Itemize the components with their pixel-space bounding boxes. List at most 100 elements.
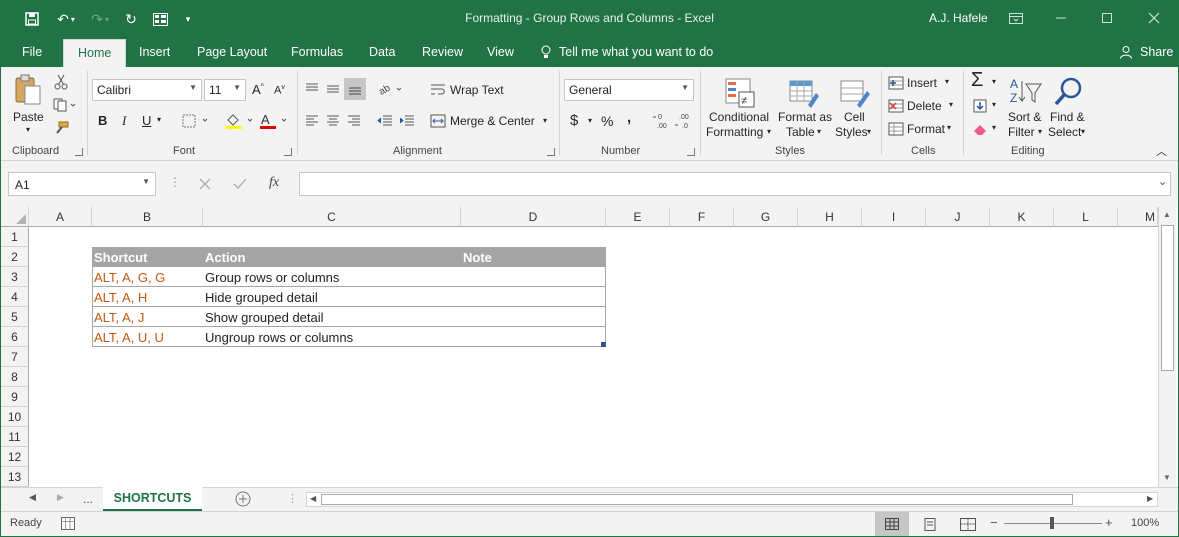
copy-icon[interactable] (51, 96, 79, 114)
borders-icon[interactable] (181, 113, 211, 129)
insert-dropdown-icon[interactable]: ▾ (945, 77, 949, 86)
scroll-up-icon[interactable]: ▲ (1163, 210, 1171, 219)
increase-decimal-icon[interactable]: 0.00 (651, 111, 673, 131)
font-color-icon[interactable]: A (257, 111, 291, 131)
sort-filter-label-2[interactable]: Filter (1008, 125, 1035, 139)
person-icon[interactable] (1119, 45, 1133, 62)
action-cell[interactable]: Group rows or columns (203, 267, 461, 287)
insert-cells-icon[interactable] (887, 75, 905, 91)
row-header-6[interactable]: 6 (1, 327, 29, 347)
table-header-note[interactable]: Note (461, 247, 606, 267)
percent-button[interactable]: % (601, 113, 613, 129)
scroll-sheets-left-icon[interactable]: ◀ (29, 492, 36, 503)
find-select-label[interactable]: Find & (1050, 110, 1085, 124)
row-header-13[interactable]: 13 (1, 467, 29, 487)
conditional-formatting-icon[interactable]: ≠ (722, 75, 758, 111)
font-name-combo[interactable]: Calibri ▼ (92, 79, 202, 101)
shortcut-cell[interactable]: ALT, A, H (92, 287, 203, 307)
grow-font-icon[interactable]: A^ (252, 82, 264, 97)
decrease-decimal-icon[interactable]: .00.0 (673, 111, 695, 131)
align-center-icon[interactable] (323, 111, 343, 131)
row-header-7[interactable]: 7 (1, 347, 29, 367)
column-header-e[interactable]: E (606, 207, 670, 227)
column-header-b[interactable]: B (92, 207, 203, 227)
table-header-action[interactable]: Action (203, 247, 461, 267)
column-header-g[interactable]: G (734, 207, 798, 227)
clear-dropdown-icon[interactable]: ▾ (992, 123, 996, 132)
more-options-icon[interactable]: ⋮ (169, 175, 181, 189)
maximize-icon[interactable] (1095, 7, 1119, 29)
cut-icon[interactable] (51, 73, 71, 91)
number-launcher-icon[interactable] (687, 148, 695, 156)
paste-label[interactable]: Paste (13, 110, 44, 124)
name-box[interactable]: A1 ▼ (8, 172, 156, 196)
merge-center-button[interactable]: Merge & Center (450, 114, 535, 128)
tab-split-icon[interactable]: ⋮ (287, 492, 298, 505)
shortcut-cell[interactable]: ALT, A, U, U (92, 327, 203, 347)
hscroll-right-icon[interactable]: ▶ (1147, 494, 1153, 503)
clear-icon[interactable] (971, 121, 989, 137)
conditional-formatting-label[interactable]: Conditional (709, 110, 769, 124)
close-icon[interactable] (1142, 7, 1166, 29)
column-header-k[interactable]: K (990, 207, 1054, 227)
cell-styles-label[interactable]: Cell (844, 110, 865, 124)
column-header-c[interactable]: C (203, 207, 461, 227)
column-header-j[interactable]: J (926, 207, 990, 227)
worksheet-grid[interactable]: A B C D E F G H I J K L M 1 2 3 4 5 6 7 … (1, 207, 1178, 487)
horizontal-scrollbar[interactable]: ◀ ▶ (306, 492, 1158, 507)
select-all-corner[interactable] (1, 207, 29, 227)
cond-dropdown-icon[interactable]: ▾ (767, 127, 771, 136)
row-header-3[interactable]: 3 (1, 267, 29, 287)
column-header-i[interactable]: I (862, 207, 926, 227)
tab-data[interactable]: Data (369, 45, 395, 59)
merge-dropdown-icon[interactable]: ▾ (543, 116, 547, 125)
zoom-level[interactable]: 100% (1131, 517, 1159, 529)
scroll-down-icon[interactable]: ▼ (1163, 473, 1171, 482)
column-header-d[interactable]: D (461, 207, 606, 227)
wrap-text-button[interactable]: Wrap Text (450, 83, 504, 97)
sort-filter-label[interactable]: Sort & (1008, 110, 1041, 124)
fill-icon[interactable] (971, 98, 989, 114)
currency-button[interactable]: $ (570, 112, 578, 129)
increase-indent-icon[interactable] (397, 111, 417, 131)
decrease-indent-icon[interactable] (375, 111, 395, 131)
delete-cells-icon[interactable] (887, 98, 905, 114)
row-header-1[interactable]: 1 (1, 227, 29, 247)
styles-dropdown-icon[interactable]: ▾ (867, 127, 871, 136)
tab-formulas[interactable]: Formulas (291, 45, 343, 59)
find-select-icon[interactable] (1051, 75, 1085, 109)
underline-dropdown-icon[interactable]: ▾ (157, 115, 161, 124)
more-sheets-button[interactable]: ... (83, 492, 93, 506)
collapse-ribbon-icon[interactable]: ︿ (1156, 143, 1167, 159)
row-header-10[interactable]: 10 (1, 407, 29, 427)
autosum-dropdown-icon[interactable]: ▾ (992, 77, 996, 86)
tell-me-box[interactable]: Tell me what you want to do (559, 45, 713, 59)
insert-button[interactable]: Insert (907, 76, 937, 90)
share-button[interactable]: Share (1140, 45, 1173, 59)
row-header-4[interactable]: 4 (1, 287, 29, 307)
clipboard-launcher-icon[interactable] (75, 148, 83, 156)
tab-page-layout[interactable]: Page Layout (197, 45, 267, 59)
formula-input[interactable] (299, 172, 1171, 196)
format-dropdown-icon[interactable]: ▾ (947, 123, 951, 132)
new-sheet-icon[interactable] (234, 490, 252, 511)
tab-insert[interactable]: Insert (139, 45, 170, 59)
bottom-align-icon[interactable] (344, 78, 366, 100)
sheet-tab-shortcuts[interactable]: SHORTCUTS (103, 487, 202, 511)
bold-button[interactable]: B (98, 113, 107, 128)
find-dropdown-icon[interactable]: ▾ (1081, 127, 1085, 136)
format-cells-icon[interactable] (887, 121, 905, 137)
alignment-launcher-icon[interactable] (547, 148, 555, 156)
user-name[interactable]: A.J. Hafele (929, 11, 988, 25)
cancel-icon[interactable] (195, 175, 215, 193)
table-header-shortcut[interactable]: Shortcut (92, 247, 203, 267)
column-header-a[interactable]: A (29, 207, 92, 227)
format-painter-icon[interactable] (51, 119, 71, 137)
column-header-l[interactable]: L (1054, 207, 1118, 227)
shortcut-cell[interactable]: ALT, A, G, G (92, 267, 203, 287)
tab-home[interactable]: Home (63, 39, 127, 67)
font-launcher-icon[interactable] (284, 148, 292, 156)
format-as-table-label[interactable]: Format as (778, 110, 832, 124)
fill-dropdown-icon[interactable]: ▾ (992, 100, 996, 109)
action-cell[interactable]: Ungroup rows or columns (203, 327, 461, 347)
